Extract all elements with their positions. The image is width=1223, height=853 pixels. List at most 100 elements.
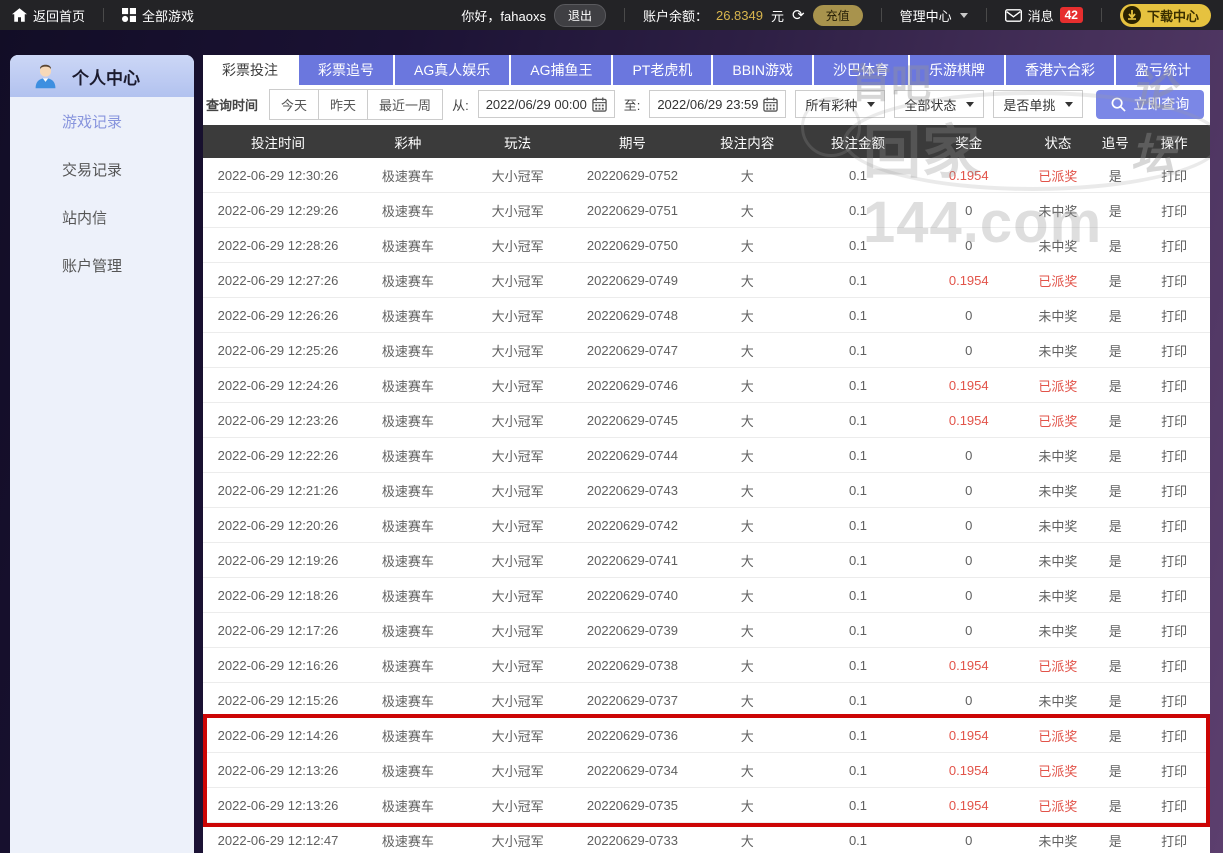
to-label: 至: bbox=[624, 95, 641, 114]
cell-action[interactable]: 打印 bbox=[1138, 516, 1209, 535]
tab-6[interactable]: 沙巴体育 bbox=[814, 55, 908, 85]
tab-7[interactable]: 乐游棋牌 bbox=[910, 55, 1004, 85]
cell-play: 大小冠军 bbox=[463, 306, 573, 325]
messages-link[interactable]: 消息 42 bbox=[1005, 6, 1083, 25]
cell-prize: 0.1954 bbox=[914, 658, 1024, 673]
cell-time: 2022-06-29 12:16:26 bbox=[203, 658, 353, 673]
cell-prize: 0 bbox=[914, 518, 1024, 533]
select-1[interactable]: 全部状态 bbox=[894, 90, 984, 118]
cell-action[interactable]: 打印 bbox=[1138, 271, 1209, 290]
cell-action[interactable]: 打印 bbox=[1138, 341, 1209, 360]
cell-action[interactable]: 打印 bbox=[1138, 761, 1209, 780]
cell-play: 大小冠军 bbox=[463, 761, 573, 780]
cell-time: 2022-06-29 12:19:26 bbox=[203, 553, 353, 568]
cell-prize: 0 bbox=[914, 833, 1024, 848]
sidebar-item-3[interactable]: 账户管理 bbox=[10, 243, 194, 291]
cell-issue: 20220629-0749 bbox=[573, 273, 693, 288]
cell-status: 未中奖 bbox=[1024, 691, 1092, 710]
cell-issue: 20220629-0743 bbox=[573, 483, 693, 498]
cell-status: 已派奖 bbox=[1024, 166, 1092, 185]
quick-date-button-0[interactable]: 今天 bbox=[270, 90, 319, 119]
cell-amount: 0.1 bbox=[802, 413, 914, 428]
cell-time: 2022-06-29 12:26:26 bbox=[203, 308, 353, 323]
select-2[interactable]: 是否单挑 bbox=[993, 90, 1083, 118]
tab-4[interactable]: PT老虎机 bbox=[613, 55, 711, 85]
cell-time: 2022-06-29 12:12:47 bbox=[203, 833, 353, 848]
cell-action[interactable]: 打印 bbox=[1138, 656, 1209, 675]
cell-lottery: 极速赛车 bbox=[353, 341, 463, 360]
calendar-icon[interactable] bbox=[763, 97, 778, 112]
cell-status: 未中奖 bbox=[1024, 236, 1092, 255]
cell-prize: 0 bbox=[914, 343, 1024, 358]
chevron-down-icon bbox=[960, 13, 968, 18]
from-date-input[interactable]: 2022/06/29 00:00 bbox=[478, 90, 615, 118]
table-row: 2022-06-29 12:26:26极速赛车大小冠军20220629-0748… bbox=[203, 298, 1210, 333]
tab-3[interactable]: AG捕鱼王 bbox=[511, 55, 611, 85]
sidebar-menu: 游戏记录交易记录站内信账户管理 bbox=[10, 97, 194, 291]
cell-prize: 0 bbox=[914, 448, 1024, 463]
tab-5[interactable]: BBIN游戏 bbox=[713, 55, 812, 85]
sidebar-item-0[interactable]: 游戏记录 bbox=[10, 99, 194, 147]
header-cell-play: 玩法 bbox=[463, 132, 573, 152]
to-date-input[interactable]: 2022/06/29 23:59 bbox=[649, 90, 786, 118]
quick-date-button-1[interactable]: 昨天 bbox=[319, 90, 368, 119]
divider bbox=[624, 8, 625, 22]
cell-play: 大小冠军 bbox=[463, 621, 573, 640]
download-center-button[interactable]: 下载中心 bbox=[1120, 4, 1211, 27]
cell-content: 大 bbox=[692, 761, 802, 780]
message-count-badge: 42 bbox=[1060, 7, 1083, 23]
sidebar-header: 个人中心 bbox=[10, 55, 194, 97]
calendar-icon[interactable] bbox=[592, 97, 607, 112]
cell-content: 大 bbox=[692, 516, 802, 535]
logout-button[interactable]: 退出 bbox=[554, 4, 606, 27]
cell-action[interactable]: 打印 bbox=[1138, 446, 1209, 465]
tab-2[interactable]: AG真人娱乐 bbox=[395, 55, 509, 85]
cell-action[interactable]: 打印 bbox=[1138, 201, 1209, 220]
cell-action[interactable]: 打印 bbox=[1138, 166, 1209, 185]
cell-issue: 20220629-0752 bbox=[573, 168, 693, 183]
search-button[interactable]: 立即查询 bbox=[1096, 90, 1204, 119]
balance-unit: 元 bbox=[771, 6, 784, 25]
cell-action[interactable]: 打印 bbox=[1138, 411, 1209, 430]
sidebar-item-1[interactable]: 交易记录 bbox=[10, 147, 194, 195]
quick-date-button-2[interactable]: 最近一周 bbox=[368, 90, 442, 119]
tab-8[interactable]: 香港六合彩 bbox=[1006, 55, 1114, 85]
cell-issue: 20220629-0746 bbox=[573, 378, 693, 393]
cell-action[interactable]: 打印 bbox=[1138, 236, 1209, 255]
header-cell-amount: 投注金额 bbox=[802, 132, 914, 152]
sidebar-item-2[interactable]: 站内信 bbox=[10, 195, 194, 243]
cell-time: 2022-06-29 12:14:26 bbox=[203, 728, 353, 743]
all-games-link[interactable]: 全部游戏 bbox=[122, 6, 194, 25]
cell-action[interactable]: 打印 bbox=[1138, 691, 1209, 710]
cell-action[interactable]: 打印 bbox=[1138, 796, 1209, 815]
cell-lottery: 极速赛车 bbox=[353, 236, 463, 255]
cell-action[interactable]: 打印 bbox=[1138, 621, 1209, 640]
cell-chase: 是 bbox=[1092, 586, 1138, 605]
cell-action[interactable]: 打印 bbox=[1138, 551, 1209, 570]
cell-play: 大小冠军 bbox=[463, 831, 573, 850]
cell-action[interactable]: 打印 bbox=[1138, 831, 1209, 850]
chevron-down-icon bbox=[1065, 102, 1073, 107]
cell-action[interactable]: 打印 bbox=[1138, 726, 1209, 745]
tab-1[interactable]: 彩票追号 bbox=[299, 55, 393, 85]
select-value-0: 所有彩种 bbox=[805, 95, 857, 114]
cell-time: 2022-06-29 12:13:26 bbox=[203, 763, 353, 778]
home-link[interactable]: 返回首页 bbox=[12, 6, 85, 25]
cell-action[interactable]: 打印 bbox=[1138, 306, 1209, 325]
recharge-button[interactable]: 充值 bbox=[813, 5, 863, 26]
to-date-value: 2022/06/29 23:59 bbox=[657, 97, 758, 112]
tab-9[interactable]: 盈亏统计 bbox=[1116, 55, 1210, 85]
cell-chase: 是 bbox=[1092, 691, 1138, 710]
table-body: 2022-06-29 12:30:26极速赛车大小冠军20220629-0752… bbox=[203, 158, 1210, 853]
table-row: 2022-06-29 12:28:26极速赛车大小冠军20220629-0750… bbox=[203, 228, 1210, 263]
cell-action[interactable]: 打印 bbox=[1138, 481, 1209, 500]
cell-play: 大小冠军 bbox=[463, 411, 573, 430]
tab-0[interactable]: 彩票投注 bbox=[203, 55, 297, 85]
cell-action[interactable]: 打印 bbox=[1138, 376, 1209, 395]
divider bbox=[103, 8, 104, 22]
header-cell-content: 投注内容 bbox=[692, 132, 802, 152]
admin-center-menu[interactable]: 管理中心 bbox=[900, 6, 968, 25]
cell-action[interactable]: 打印 bbox=[1138, 586, 1209, 605]
select-0[interactable]: 所有彩种 bbox=[795, 90, 885, 118]
refresh-icon[interactable]: ⟳ bbox=[792, 8, 805, 23]
